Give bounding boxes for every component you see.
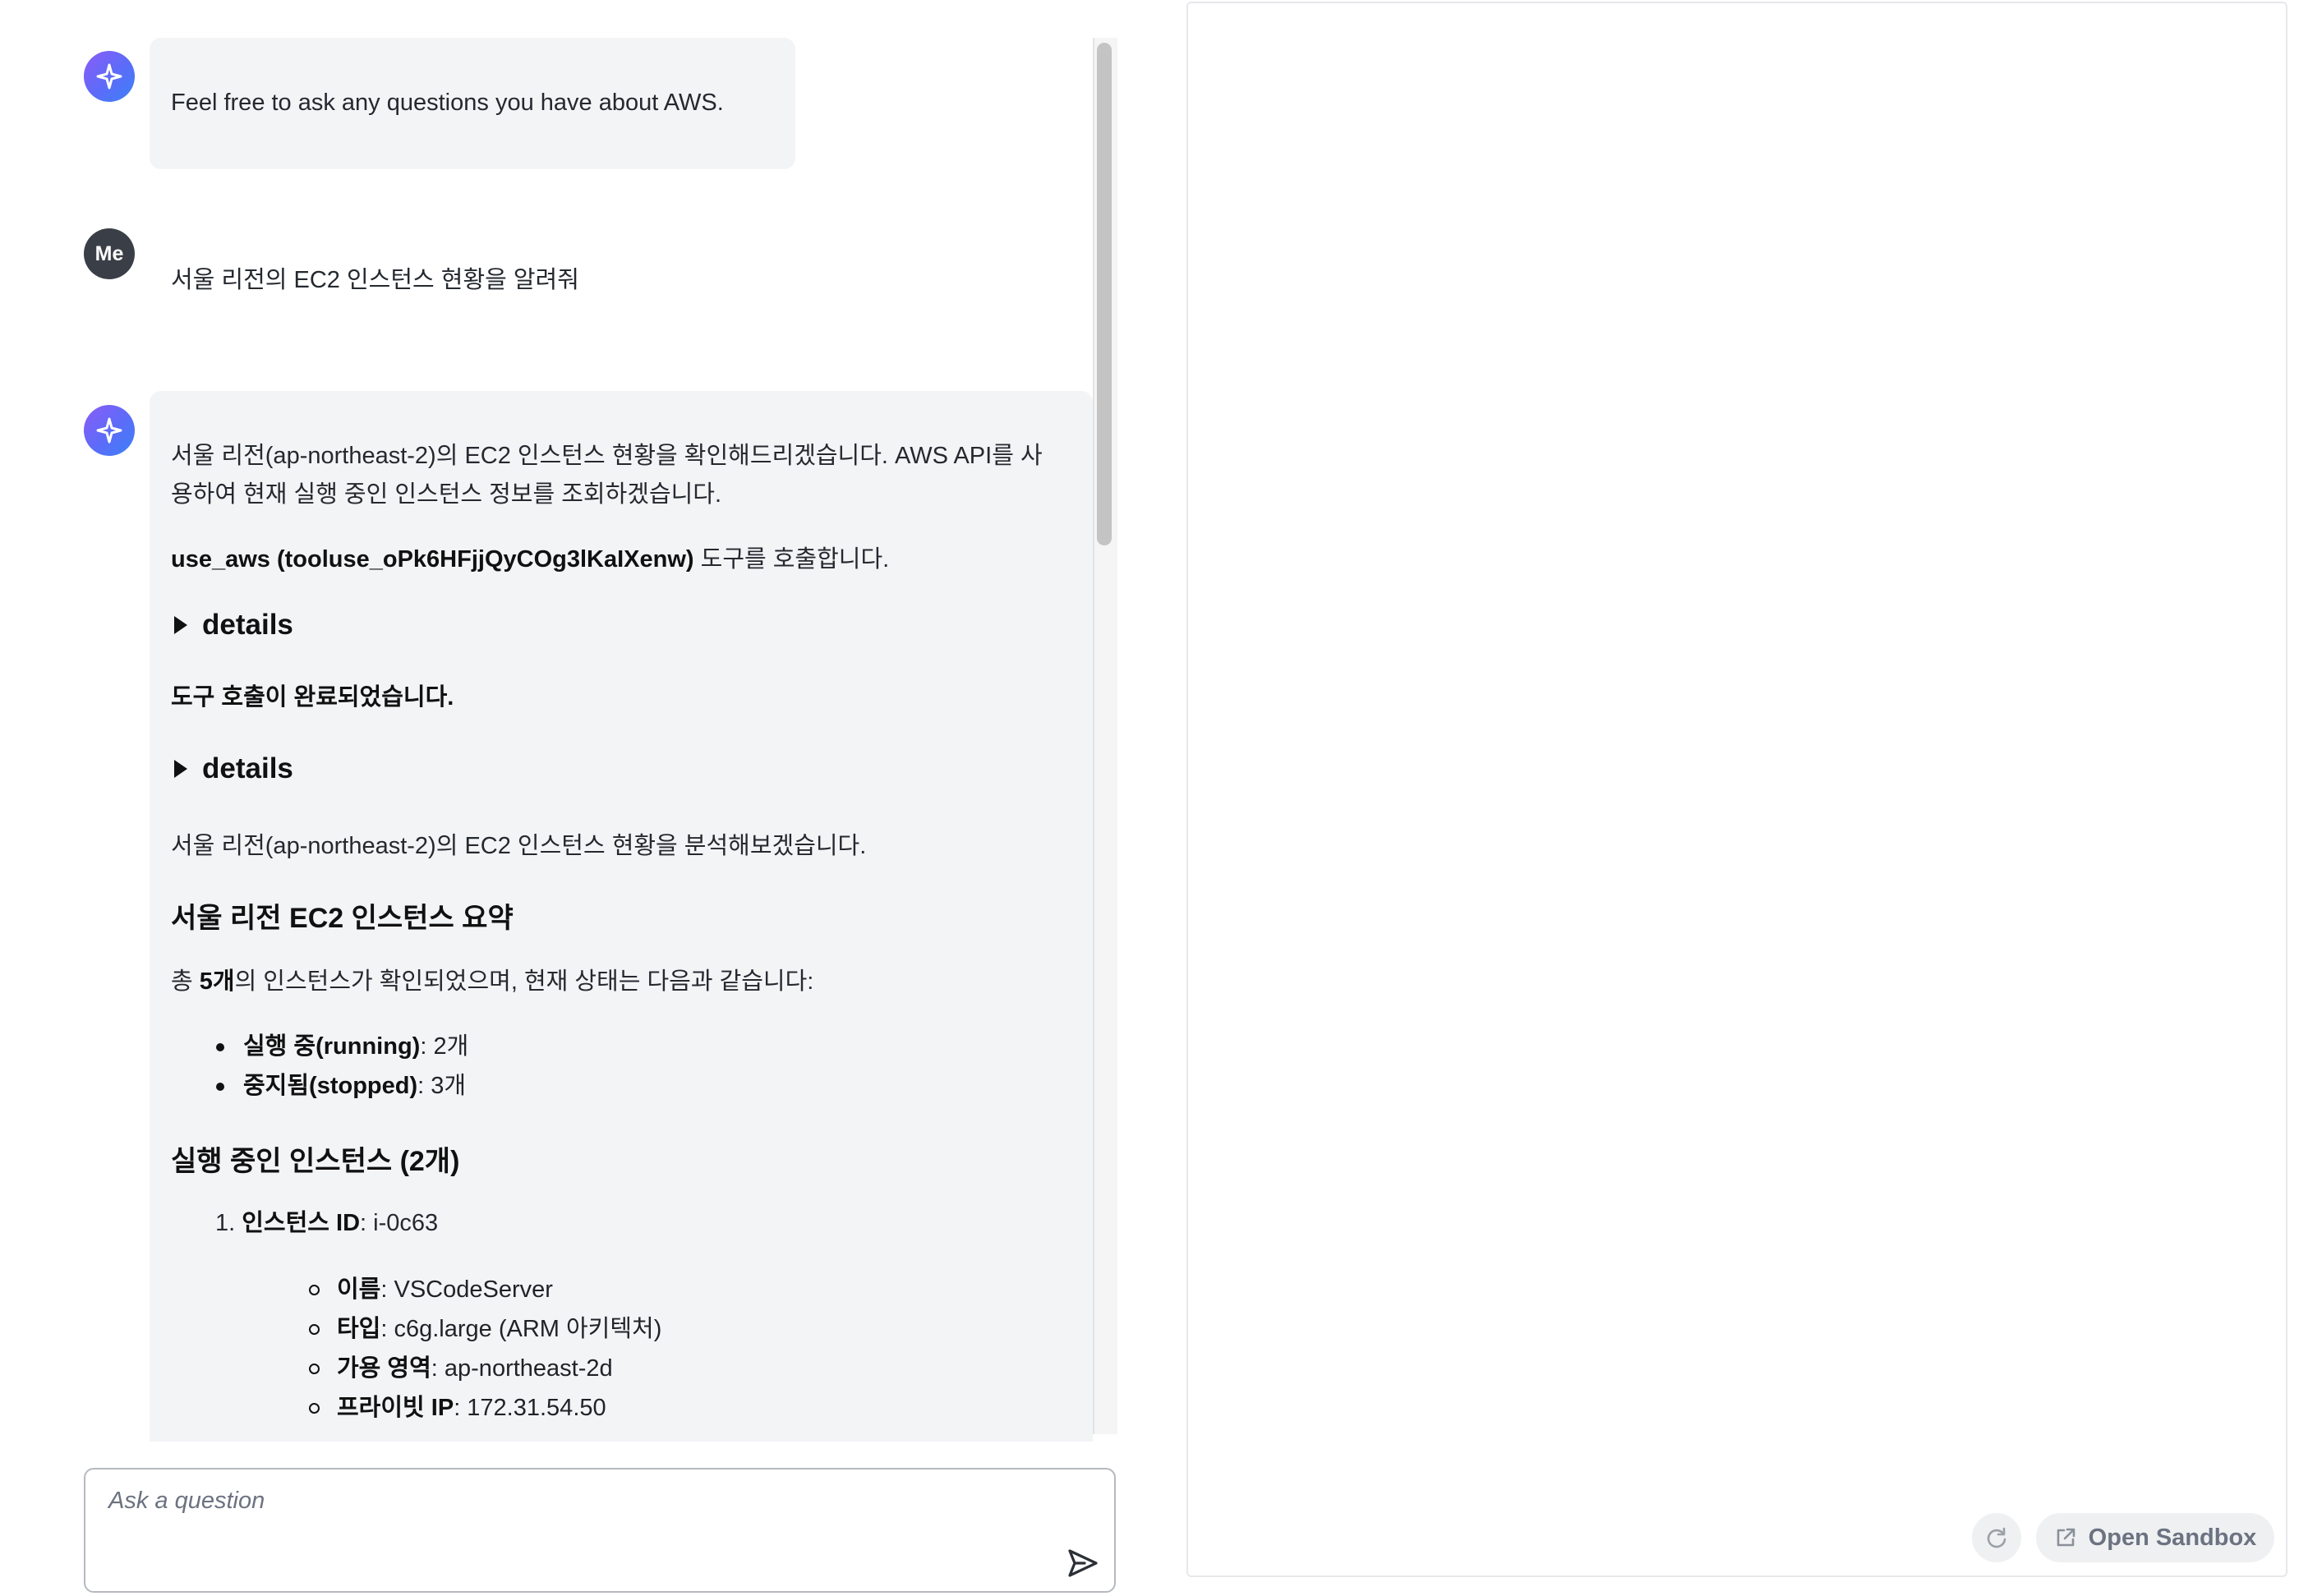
question-input[interactable] (107, 1486, 1022, 1571)
detail-value: : 172.31.54.50 (454, 1395, 606, 1421)
send-button[interactable] (1063, 1543, 1103, 1583)
sparkle-icon (96, 63, 122, 90)
total-line: 총 5개의 인스턴스가 확인되었으며, 현재 상태는 다음과 같습니다: (171, 963, 813, 1001)
assistant-avatar (84, 405, 135, 456)
status-label: 중지됨(stopped) (243, 1073, 418, 1099)
sparkle-icon (96, 417, 122, 444)
chat-area: Feel free to ask any questions you have … (0, 0, 1117, 1442)
list-item: 중지됨(stopped): 3개 (171, 1066, 993, 1106)
greeting-bubble: Feel free to ask any questions you have … (150, 38, 795, 169)
instance-id-line: 1. 인스턴스 ID: i-0c63 (215, 1204, 438, 1243)
analysis-line: 서울 리전(ap-northeast-2)의 EC2 인스턴스 현황을 분석해보… (171, 833, 867, 859)
detail-label: 타입 (337, 1316, 381, 1342)
instance-id-value: : i-0c63 (360, 1210, 439, 1236)
tool-call-name: use_aws (tooluse_oPk6HFjjQyCOg3lKaIXenw) (171, 546, 694, 573)
tool-call-text: 도구를 호출합니다. (693, 546, 890, 573)
instance-details-list: 이름: VSCodeServer 타입: c6g.large (ARM 아키텍처… (171, 1270, 1075, 1428)
details-label: details (202, 609, 293, 641)
instance-id-label: 인스턴스 ID (242, 1210, 361, 1236)
list-item: 실행 중(running): 2개 (171, 1027, 993, 1066)
send-icon (1068, 1549, 1098, 1577)
list-item: 가용 영역: ap-northeast-2d (171, 1349, 1075, 1388)
open-sandbox-label: Open Sandbox (2088, 1524, 2257, 1551)
detail-label: 가용 영역 (337, 1355, 431, 1382)
total-count: 5개 (199, 968, 235, 995)
summary-heading: 서울 리전 EC2 인스턴스 요약 (171, 903, 514, 934)
greeting-text: Feel free to ask any questions you have … (171, 90, 724, 116)
details-toggle[interactable]: details (174, 752, 293, 785)
detail-label: 프라이빗 IP (337, 1395, 454, 1421)
assistant-avatar (84, 51, 135, 102)
status-label: 실행 중(running) (243, 1033, 421, 1060)
user-message: 서울 리전의 EC2 인스턴스 현황을 알려줘 (171, 267, 579, 293)
assistant-response-bubble: 서울 리전(ap-northeast-2)의 EC2 인스턴스 현황을 확인해드… (150, 391, 1093, 1442)
intro-line-1: 서울 리전(ap-northeast-2)의 EC2 인스턴스 현황을 확인해드… (171, 443, 1043, 469)
list-item: 이름: VSCodeServer (171, 1270, 1075, 1309)
list-item: 타입: c6g.large (ARM 아키텍처) (171, 1309, 1075, 1349)
intro-line-2: 용하여 현재 실행 중인 인스턴스 정보를 조회하겠습니다. (171, 481, 722, 508)
chat-scrollbar-thumb[interactable] (1097, 43, 1112, 545)
open-sandbox-button[interactable]: Open Sandbox (2036, 1513, 2274, 1562)
question-input-box (84, 1468, 1116, 1593)
detail-value: : VSCodeServer (380, 1276, 553, 1303)
triangle-right-icon (174, 760, 187, 778)
detail-value: : c6g.large (ARM 아키텍처) (380, 1316, 662, 1342)
details-label: details (202, 752, 293, 784)
status-value: : 3개 (417, 1073, 467, 1099)
external-link-icon (2057, 1528, 2075, 1547)
detail-label: 이름 (337, 1276, 381, 1303)
total-prefix: 총 (171, 968, 200, 995)
refresh-button[interactable] (1972, 1513, 2021, 1562)
status-value: : 2개 (420, 1033, 469, 1060)
list-item: 프라이빗 IP: 172.31.54.50 (171, 1388, 1075, 1428)
details-toggle[interactable]: details (174, 609, 293, 642)
tool-done-text: 도구 호출이 완료되었습니다. (171, 684, 454, 711)
refresh-icon (1987, 1527, 2006, 1548)
triangle-right-icon (174, 616, 187, 634)
list-number: 1. (215, 1210, 236, 1236)
preview-panel (1186, 2, 2287, 1577)
detail-value: : ap-northeast-2d (431, 1355, 613, 1382)
total-suffix: 의 인스턴스가 확인되었으며, 현재 상태는 다음과 같습니다: (234, 968, 814, 995)
user-avatar: Me (84, 228, 135, 279)
tool-call-line: use_aws (tooluse_oPk6HFjjQyCOg3lKaIXenw)… (171, 540, 889, 579)
running-heading: 실행 중인 인스턴스 (2개) (171, 1146, 460, 1177)
status-list: 실행 중(running): 2개 중지됨(stopped): 3개 (171, 1027, 993, 1106)
